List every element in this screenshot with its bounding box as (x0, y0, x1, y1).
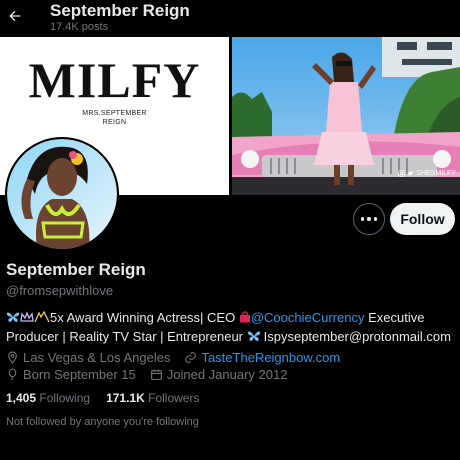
banner-brand-sub: MRS.SEPTEMBER REIGN (82, 110, 147, 126)
avatar[interactable] (5, 137, 119, 251)
bio-text: 5x Award Winning Actress| CEO (50, 310, 239, 325)
joined-text: Joined January 2012 (166, 367, 288, 382)
instagram-icon (398, 170, 405, 177)
crown-icon (20, 311, 34, 323)
link-icon (185, 352, 197, 363)
butterfly-icon-2 (247, 331, 260, 341)
profile-name: September Reign (6, 260, 146, 279)
birthday-item: Born September 15 (6, 367, 136, 382)
calendar-icon (150, 369, 162, 380)
ellipsis-icon (360, 217, 365, 221)
profile-meta-row-1: Las Vegas & Los Angeles TasteTheReignbow… (6, 350, 340, 365)
followers-stat[interactable]: 171.1K Followers (106, 391, 199, 405)
profile-bio: 5x Award Winning Actress| CEO @CoochieCu… (6, 308, 454, 346)
banner-brand: MILFY (28, 52, 201, 108)
website-link[interactable]: TasteTheReignbow.com (201, 350, 340, 365)
bio-mention-link[interactable]: @CoochieCurrency (251, 310, 365, 325)
joined-item: Joined January 2012 (150, 367, 288, 382)
butterfly-icon (6, 312, 20, 322)
profile-handle: @fromsepwithlove (6, 283, 114, 298)
header-title: September Reign (50, 1, 190, 20)
shopping-bag-icon (239, 311, 250, 323)
follow-stats: 1,405 Following 171.1K Followers (6, 391, 199, 405)
birthday-text: Born September 15 (23, 367, 136, 382)
following-stat[interactable]: 1,405 Following (6, 391, 90, 405)
banner-watermark: SHESMILFY (398, 170, 456, 177)
twitter-bird-icon (408, 171, 414, 176)
rainbow-icon (34, 311, 50, 323)
profile-meta-row-2: Born September 15 Joined January 2012 (6, 367, 287, 382)
website-item: TasteTheReignbow.com (184, 350, 340, 365)
location-pin-icon (8, 351, 17, 364)
banner-photo: SHESMILFY (232, 37, 460, 195)
top-bar: September Reign 17.4K posts (0, 0, 460, 37)
follow-button[interactable]: Follow (390, 203, 455, 235)
followed-by-note: Not followed by anyone you're following (6, 416, 199, 428)
balloon-icon (8, 368, 17, 381)
bio-email: Ispyseptember@protonmail.com (263, 329, 451, 344)
back-button[interactable] (4, 4, 26, 28)
arrow-left-icon (9, 10, 21, 22)
post-count: 17.4K posts (50, 21, 109, 33)
location-item: Las Vegas & Los Angeles (6, 350, 170, 365)
location-text: Las Vegas & Los Angeles (23, 350, 171, 365)
more-button[interactable] (353, 203, 385, 235)
